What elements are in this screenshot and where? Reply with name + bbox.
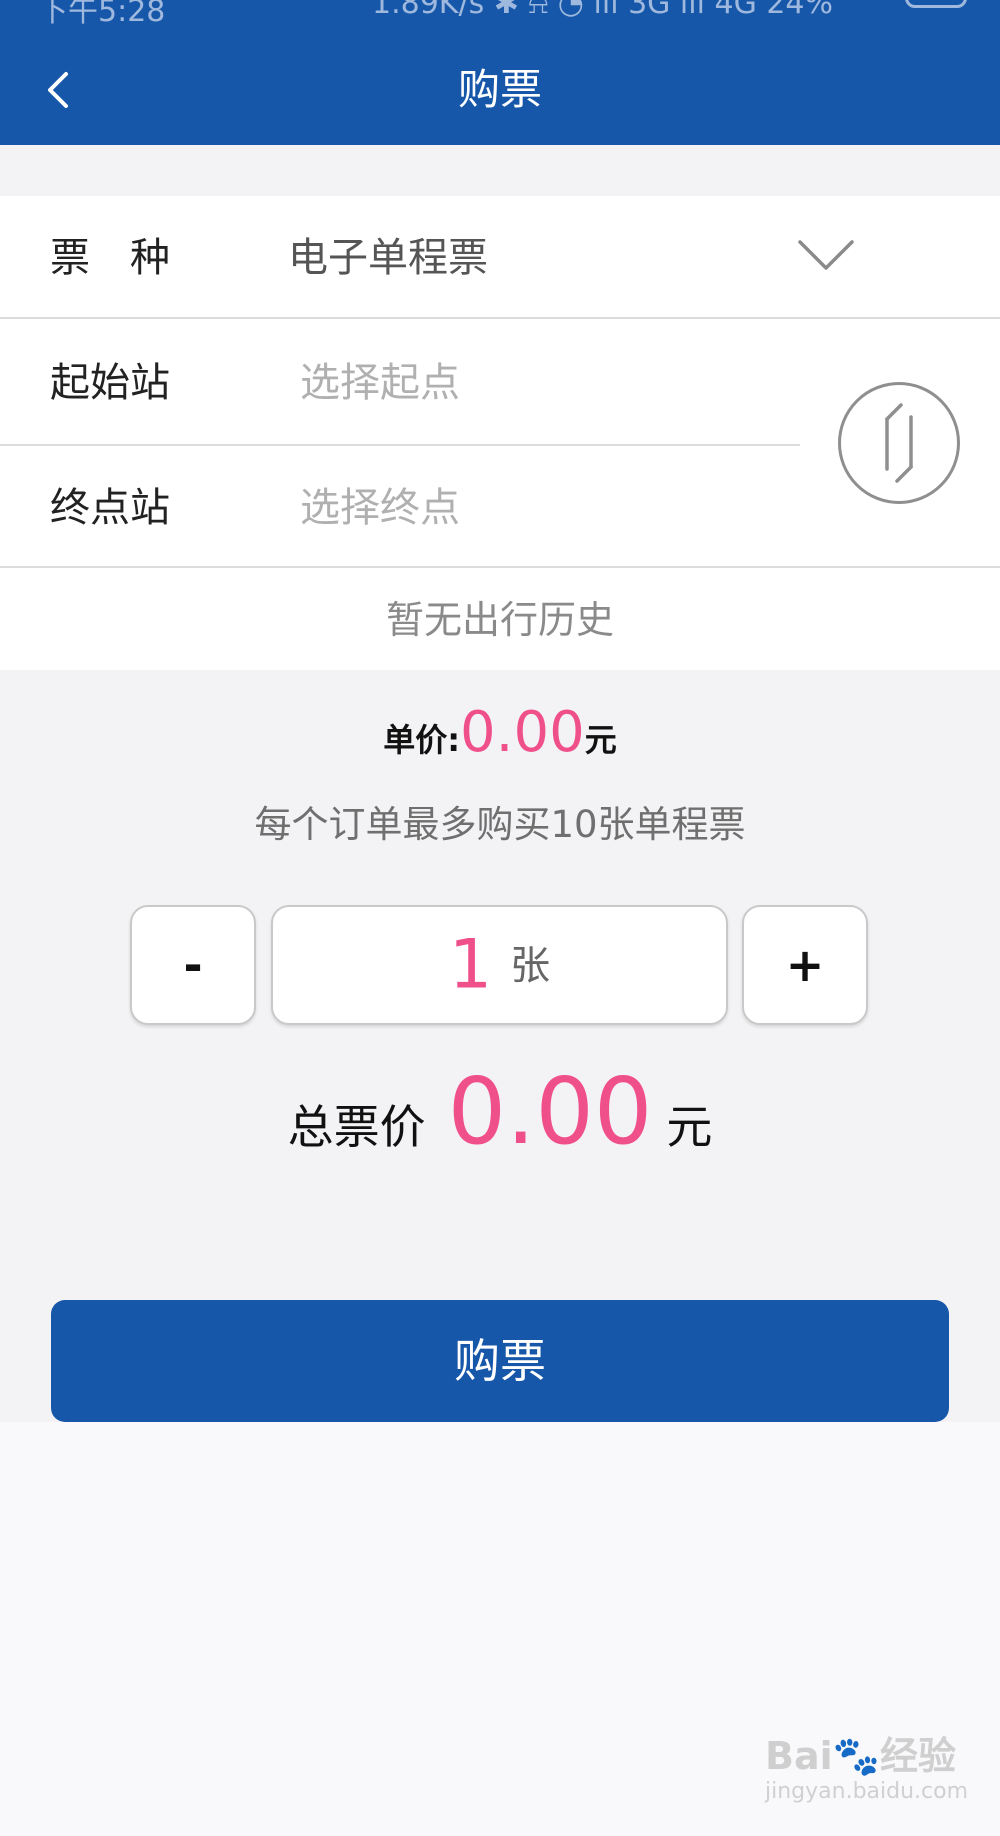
quantity-field[interactable]: 1张 — [271, 905, 728, 1025]
unit-price-line: 单价:0.00元 — [0, 700, 1000, 765]
total-price-line: 总票价 0.00 元 — [0, 1058, 1000, 1165]
unit-price-label: 单价: — [383, 721, 461, 759]
travel-history-empty: 暂无出行历史 — [385, 598, 614, 642]
buy-ticket-button[interactable]: 购票 — [51, 1300, 949, 1422]
baidu-watermark: Bai🐾经验 jingyan.baidu.com — [765, 1725, 969, 1815]
end-station-label: 终点站 — [50, 485, 170, 531]
battery-icon — [905, 0, 967, 8]
start-station-input[interactable]: 选择起点 — [300, 353, 460, 413]
quantity-value: 1 — [448, 925, 493, 1005]
start-station-label: 起始站 — [50, 360, 170, 406]
end-station-input[interactable]: 选择终点 — [300, 478, 460, 538]
status-time: 下午5:28 — [38, 0, 166, 29]
total-price-label: 总票价 — [287, 1100, 426, 1154]
total-price-value: 0.00 — [447, 1058, 653, 1165]
chevron-down-icon — [798, 240, 854, 270]
swap-arrows-icon — [885, 403, 913, 483]
top-spacer — [0, 145, 1000, 196]
ticket-type-value[interactable]: 电子单程票 — [288, 228, 488, 288]
status-indicators: 1.89K/s ✱ ⍾ ◔ ııl 3G ııl 4G 24% — [372, 0, 834, 21]
watermark-brand: Bai🐾经验 — [765, 1734, 956, 1778]
divider — [0, 317, 1000, 319]
unit-price-value: 0.00 — [460, 700, 585, 765]
ticket-type-label: 票 种 — [50, 235, 170, 281]
ticket-type-dropdown[interactable] — [797, 236, 855, 280]
swap-stations-button[interactable] — [838, 382, 960, 504]
quantity-unit: 张 — [510, 942, 551, 989]
decrease-quantity-button[interactable]: - — [130, 905, 256, 1025]
page-title: 购票 — [457, 65, 542, 114]
divider — [0, 566, 1000, 568]
unit-price-currency: 元 — [584, 721, 617, 759]
watermark-url: jingyan.baidu.com — [765, 1779, 969, 1804]
increase-quantity-button[interactable]: + — [742, 905, 868, 1025]
divider — [0, 444, 800, 446]
total-price-currency: 元 — [666, 1100, 713, 1154]
purchase-limit-text: 每个订单最多购买10张单程票 — [254, 803, 746, 846]
